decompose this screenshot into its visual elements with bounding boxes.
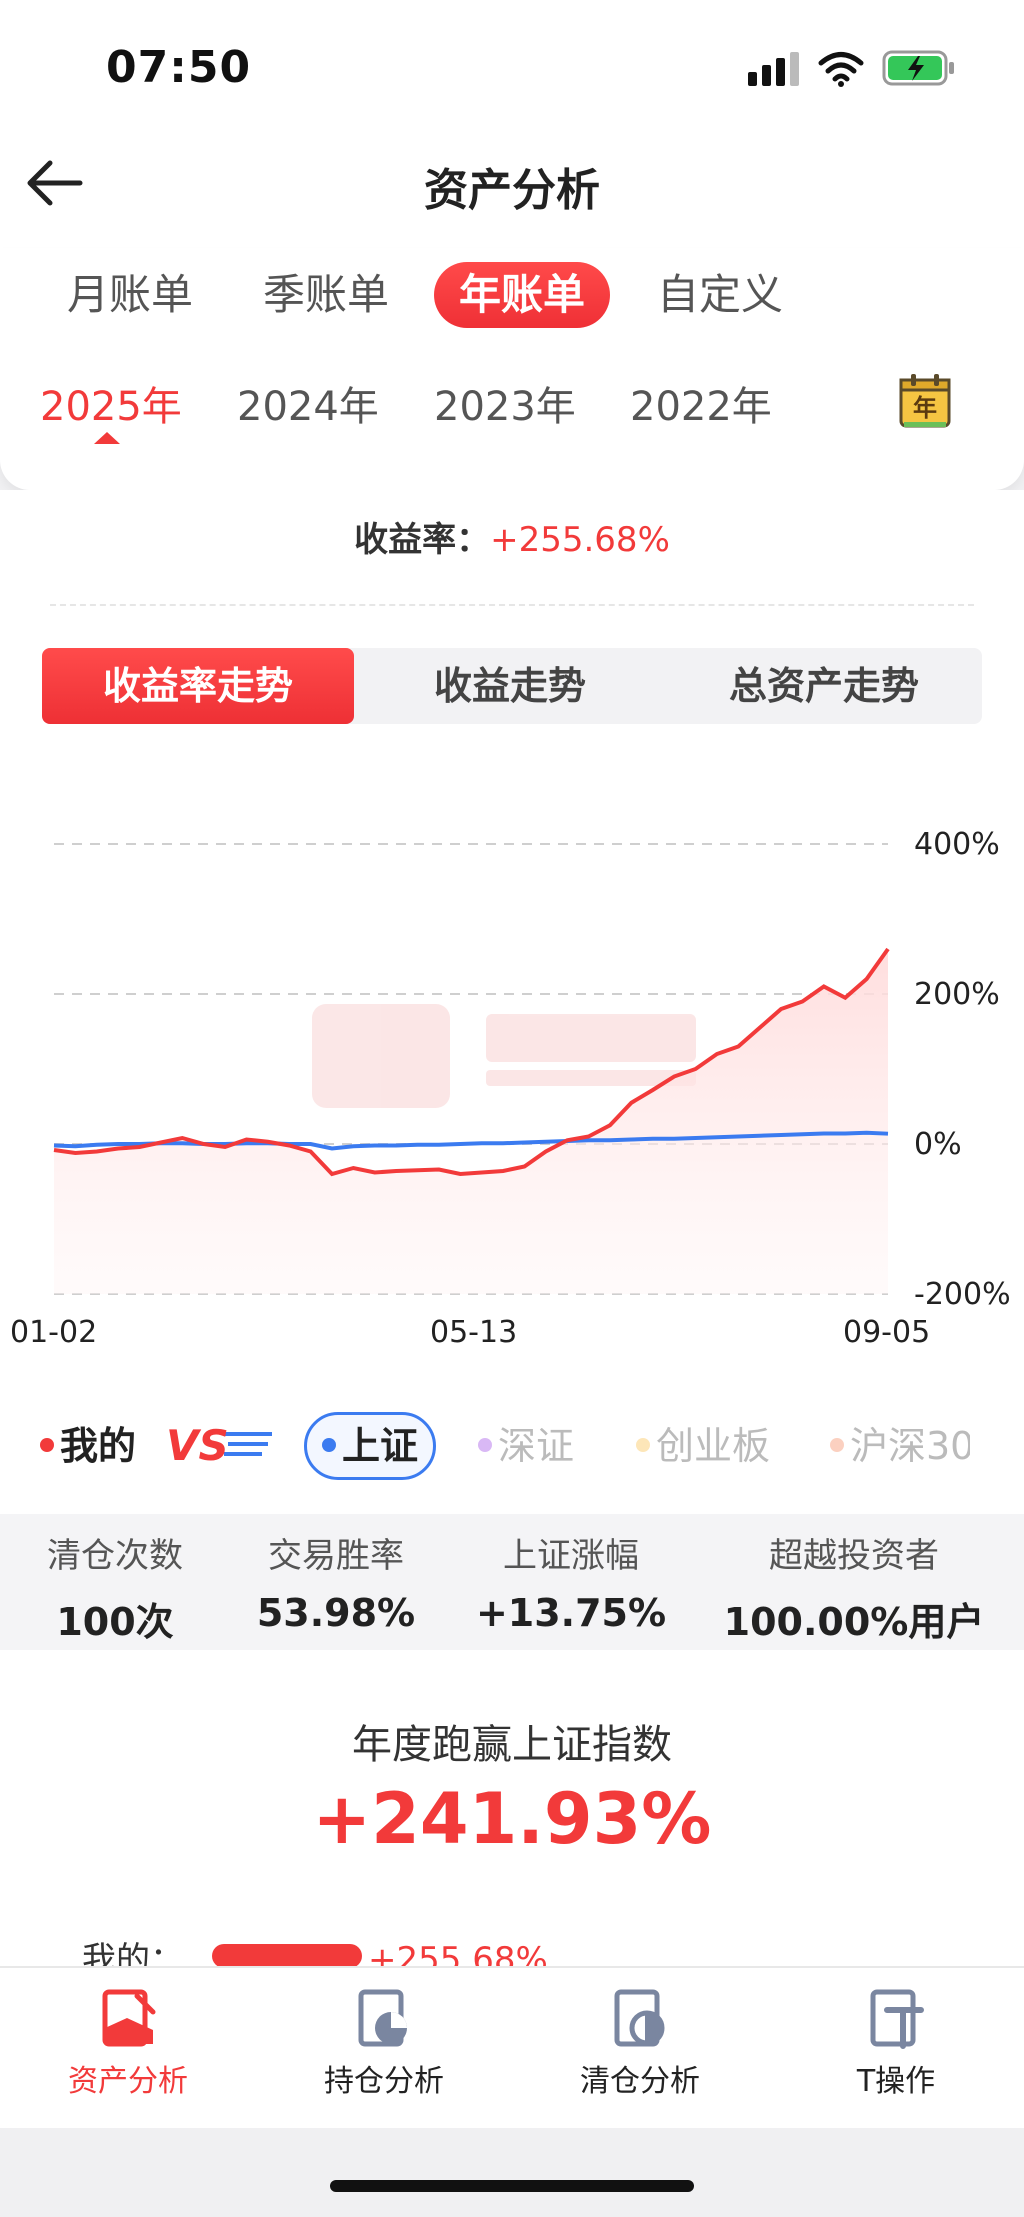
stat-label: 超越投资者 <box>769 1536 939 1576</box>
tab-return-rate-trend[interactable]: 收益率走势 <box>42 648 354 724</box>
return-rate-label: 收益率： <box>354 520 491 560</box>
divider <box>50 604 974 606</box>
stat-value: +13.75% <box>475 1591 667 1635</box>
mine-compare-bar <box>212 1943 362 1968</box>
year-tab-2024[interactable]: 2024年 <box>237 374 379 432</box>
tab-yearly[interactable]: 年账单 <box>434 262 610 328</box>
t-operation-icon <box>870 1989 924 2049</box>
page-title: 资产分析 <box>424 165 600 216</box>
compare-option-chinext-label: 创业板 <box>656 1424 771 1468</box>
stat-value: 53.98% <box>256 1591 416 1635</box>
stat-win-rate: 交易胜率 53.98% <box>236 1528 436 1635</box>
year-tab-2022[interactable]: 2022年 <box>630 374 772 432</box>
bottom-tab-holding-analysis[interactable]: 持仓分析 <box>256 1986 512 2100</box>
stat-label: 上证涨幅 <box>503 1536 639 1576</box>
beat-index-value: +241.93% <box>312 1778 712 1860</box>
tab-profit-trend[interactable]: 收益走势 <box>354 648 666 724</box>
calendar-icon-text: 年 <box>913 394 937 422</box>
legend-mine: 我的 <box>40 1418 136 1474</box>
y-tick-label: 0% <box>914 1127 962 1162</box>
compare-option-csi300-label: 沪深300 <box>850 1424 970 1468</box>
bottom-tab-label: 清仓分析 <box>580 2064 700 2099</box>
bottom-tab-label: T操作 <box>856 2064 936 2099</box>
stat-label: 清仓次数 <box>47 1536 183 1576</box>
watermark-logo <box>312 1004 696 1108</box>
year-tab-2025[interactable]: 2025年 <box>40 374 182 432</box>
wifi-icon <box>818 52 864 87</box>
bottom-tab-label: 持仓分析 <box>324 2064 444 2099</box>
signal-icon <box>748 52 799 86</box>
stat-clear-count: 清仓次数 100次 <box>20 1528 210 1646</box>
bottom-tab-t-operation[interactable]: T操作 <box>768 1986 1024 2100</box>
tab-custom[interactable]: 自定义 <box>640 262 800 328</box>
vs-logo-text: VS <box>166 1421 229 1470</box>
y-tick-label: -200% <box>914 1277 1011 1312</box>
compare-option-shenzhen-label: 深证 <box>498 1424 575 1468</box>
return-trend-chart: 400% 200% 0% -200% 01-02 05-13 09-05 <box>10 827 1011 1350</box>
compare-option-csi300[interactable]: 沪深300 <box>830 1418 970 1474</box>
status-time: 07:50 <box>106 42 252 93</box>
tab-monthly[interactable]: 月账单 <box>50 262 210 328</box>
home-indicator <box>330 2180 694 2192</box>
x-tick-label: 09-05 <box>843 1315 930 1350</box>
y-tick-label: 400% <box>914 827 1000 862</box>
x-tick-label: 05-13 <box>430 1315 517 1350</box>
stat-shanghai-change: 上证涨幅 +13.75% <box>466 1528 676 1635</box>
bottom-tab-asset-analysis[interactable]: 资产分析 <box>0 1986 256 2100</box>
bottom-tab-clearance-analysis[interactable]: 清仓分析 <box>512 1986 768 2100</box>
selected-year-caret <box>94 432 120 444</box>
bottom-tab-label: 资产分析 <box>68 2064 188 2099</box>
holding-analysis-icon <box>358 1989 407 2047</box>
x-tick-label: 01-02 <box>10 1315 97 1350</box>
stat-label: 交易胜率 <box>268 1536 404 1576</box>
stat-value: 100次 <box>56 1600 174 1644</box>
beat-index-title: 年度跑赢上证指数 <box>352 1722 672 1768</box>
compare-option-chinext[interactable]: 创业板 <box>636 1418 770 1474</box>
year-tab-2023[interactable]: 2023年 <box>434 374 576 432</box>
compare-option-shanghai[interactable]: 上证 <box>304 1412 436 1480</box>
compare-option-shenzhen[interactable]: 深证 <box>478 1418 574 1474</box>
compare-option-shanghai-label: 上证 <box>341 1424 418 1468</box>
my-return-area <box>54 949 888 1294</box>
tab-total-asset-trend[interactable]: 总资产走势 <box>666 648 982 724</box>
y-tick-label: 200% <box>914 977 1000 1012</box>
clearance-analysis-icon <box>614 1989 665 2047</box>
vs-logo: VS <box>166 1421 272 1470</box>
asset-analysis-icon <box>102 1989 156 2047</box>
tab-quarterly[interactable]: 季账单 <box>246 262 406 328</box>
return-rate-row: 收益率：+255.68% <box>0 512 1024 561</box>
calendar-year-icon[interactable]: 年 <box>898 372 952 430</box>
stat-beat-investors: 超越投资者 100.00%用户 <box>704 1528 1004 1646</box>
legend-mine-label: 我的 <box>60 1424 137 1468</box>
stat-value: 100.00%用户 <box>723 1600 985 1644</box>
return-rate-value: +255.68% <box>490 520 670 560</box>
battery-icon <box>882 50 954 86</box>
